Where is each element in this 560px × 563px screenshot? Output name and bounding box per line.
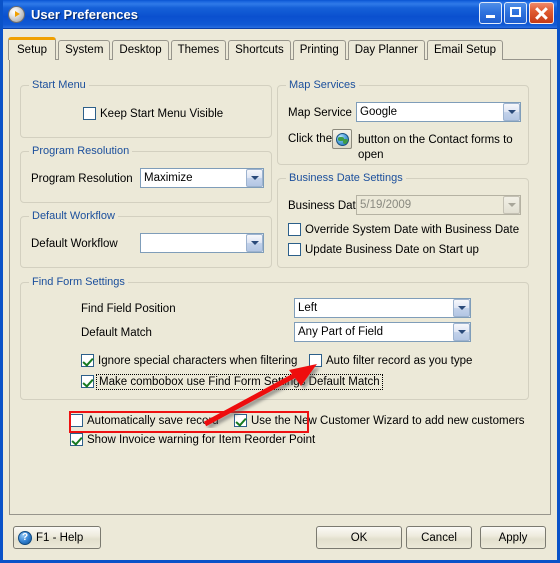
invoice-warning-label: Show Invoice warning for Item Reorder Po… — [87, 433, 316, 446]
program-resolution-combobox[interactable]: Maximize — [140, 168, 264, 188]
tab-day-planner[interactable]: Day Planner — [347, 40, 426, 60]
override-system-date-box[interactable] — [288, 223, 301, 236]
dialog-footer: ? F1 - Help OK Cancel Apply — [3, 516, 557, 560]
ignore-special-characters-checkbox[interactable]: Ignore special characters when filtering — [81, 354, 297, 367]
tab-setup[interactable]: Setup — [8, 37, 57, 60]
business-date-field: 5/19/2009 — [356, 195, 521, 215]
default-match-label: Default Match — [81, 327, 152, 339]
ignore-special-characters-box[interactable] — [81, 354, 94, 367]
program-resolution-legend: Program Resolution — [29, 145, 133, 157]
title-bar: User Preferences — [3, 0, 557, 29]
make-combobox-checkbox[interactable]: Make combobox use Find Form Settings Def… — [81, 373, 383, 390]
setup-tab-panel: Start Menu Keep Start Menu Visible Progr… — [9, 59, 551, 515]
ok-button[interactable]: OK — [316, 526, 402, 549]
default-match-value: Any Part of Field — [298, 326, 384, 338]
window-title: User Preferences — [31, 6, 138, 22]
question-circle-icon: ? — [18, 530, 32, 545]
program-resolution-value: Maximize — [144, 172, 193, 184]
tab-system[interactable]: System — [58, 40, 111, 60]
invoice-warning-checkbox[interactable]: Show Invoice warning for Item Reorder Po… — [70, 433, 315, 446]
tab-shortcuts[interactable]: Shortcuts — [228, 40, 291, 60]
default-workflow-combobox[interactable] — [140, 233, 264, 253]
find-form-settings-legend: Find Form Settings — [29, 276, 128, 288]
make-combobox-label: Make combobox use Find Form Settings Def… — [96, 373, 383, 390]
business-date-label: Business Date — [288, 200, 363, 212]
user-preferences-dialog: User Preferences Setup System Desktop Th… — [0, 0, 560, 563]
new-customer-wizard-checkbox[interactable]: Use the New Customer Wizard to add new c… — [234, 414, 525, 427]
program-resolution-label: Program Resolution — [31, 173, 133, 185]
make-combobox-box[interactable] — [81, 375, 94, 388]
tab-strip: Setup System Desktop Themes Shortcuts Pr… — [8, 37, 557, 60]
help-button[interactable]: ? F1 - Help — [13, 526, 101, 549]
chevron-down-icon[interactable] — [503, 103, 520, 121]
chevron-down-icon[interactable] — [453, 323, 470, 341]
tab-themes[interactable]: Themes — [170, 40, 227, 60]
map-hint-suffix: button on the Contact forms to open — [358, 134, 513, 161]
maximize-button[interactable] — [504, 2, 527, 24]
automatically-save-record-checkbox[interactable]: Automatically save record — [70, 414, 219, 427]
auto-filter-record-label: Auto filter record as you type — [326, 354, 473, 367]
window-controls — [479, 2, 554, 24]
keep-start-menu-visible-checkbox[interactable]: Keep Start Menu Visible — [83, 107, 223, 120]
map-hint-prefix: Click the — [288, 133, 333, 145]
default-workflow-legend: Default Workflow — [29, 210, 118, 222]
chevron-down-icon[interactable] — [453, 299, 470, 317]
invoice-warning-box[interactable] — [70, 433, 83, 446]
new-customer-wizard-label: Use the New Customer Wizard to add new c… — [251, 414, 525, 427]
map-service-label: Map Service — [288, 107, 352, 119]
new-customer-wizard-box[interactable] — [234, 414, 247, 427]
help-button-label: F1 - Help — [36, 531, 84, 544]
find-field-position-combobox[interactable]: Left — [294, 298, 471, 318]
tab-desktop[interactable]: Desktop — [112, 40, 169, 60]
tab-printing[interactable]: Printing — [292, 40, 346, 60]
chevron-down-icon[interactable] — [246, 234, 263, 252]
close-button[interactable] — [529, 2, 554, 24]
apply-button[interactable]: Apply — [480, 526, 546, 549]
map-services-group: Map Services Map Service Google Click th… — [277, 79, 529, 165]
override-system-date-checkbox[interactable]: Override System Date with Business Date — [288, 223, 519, 236]
auto-filter-record-box[interactable] — [309, 354, 322, 367]
update-business-date-label: Update Business Date on Start up — [305, 243, 479, 256]
keep-start-menu-visible-label: Keep Start Menu Visible — [100, 107, 224, 120]
start-menu-legend: Start Menu — [29, 79, 89, 91]
default-workflow-label: Default Workflow — [31, 238, 118, 250]
business-date-legend: Business Date Settings — [286, 172, 406, 184]
find-field-position-value: Left — [298, 302, 318, 314]
override-system-date-label: Override System Date with Business Date — [305, 223, 520, 236]
minimize-button[interactable] — [479, 2, 502, 24]
globe-icon — [335, 132, 349, 146]
auto-filter-record-checkbox[interactable]: Auto filter record as you type — [309, 354, 472, 367]
chevron-down-icon — [503, 196, 520, 214]
default-match-combobox[interactable]: Any Part of Field — [294, 322, 471, 342]
map-service-value: Google — [360, 106, 398, 118]
ignore-special-characters-label: Ignore special characters when filtering — [98, 354, 298, 367]
map-services-legend: Map Services — [286, 79, 359, 91]
map-service-combobox[interactable]: Google — [356, 102, 521, 122]
automatically-save-record-label: Automatically save record — [87, 414, 219, 427]
keep-start-menu-visible-box[interactable] — [83, 107, 96, 120]
update-business-date-box[interactable] — [288, 243, 301, 256]
automatically-save-record-box[interactable] — [70, 414, 83, 427]
find-field-position-label: Find Field Position — [81, 303, 176, 315]
chevron-down-icon[interactable] — [246, 169, 263, 187]
cancel-button[interactable]: Cancel — [406, 526, 472, 549]
program-resolution-group: Program Resolution Program Resolution Ma… — [20, 145, 272, 203]
business-date-value: 5/19/2009 — [360, 199, 412, 211]
play-circle-icon — [8, 5, 25, 23]
default-workflow-group: Default Workflow Default Workflow — [20, 210, 272, 268]
start-menu-group: Start Menu Keep Start Menu Visible — [20, 79, 272, 138]
tab-email-setup[interactable]: Email Setup — [427, 40, 504, 60]
find-form-settings-group: Find Form Settings Find Field Position L… — [20, 276, 529, 400]
update-business-date-checkbox[interactable]: Update Business Date on Start up — [288, 243, 479, 256]
map-globe-button[interactable] — [332, 129, 352, 149]
business-date-group: Business Date Settings Business Date 5/1… — [277, 172, 529, 268]
